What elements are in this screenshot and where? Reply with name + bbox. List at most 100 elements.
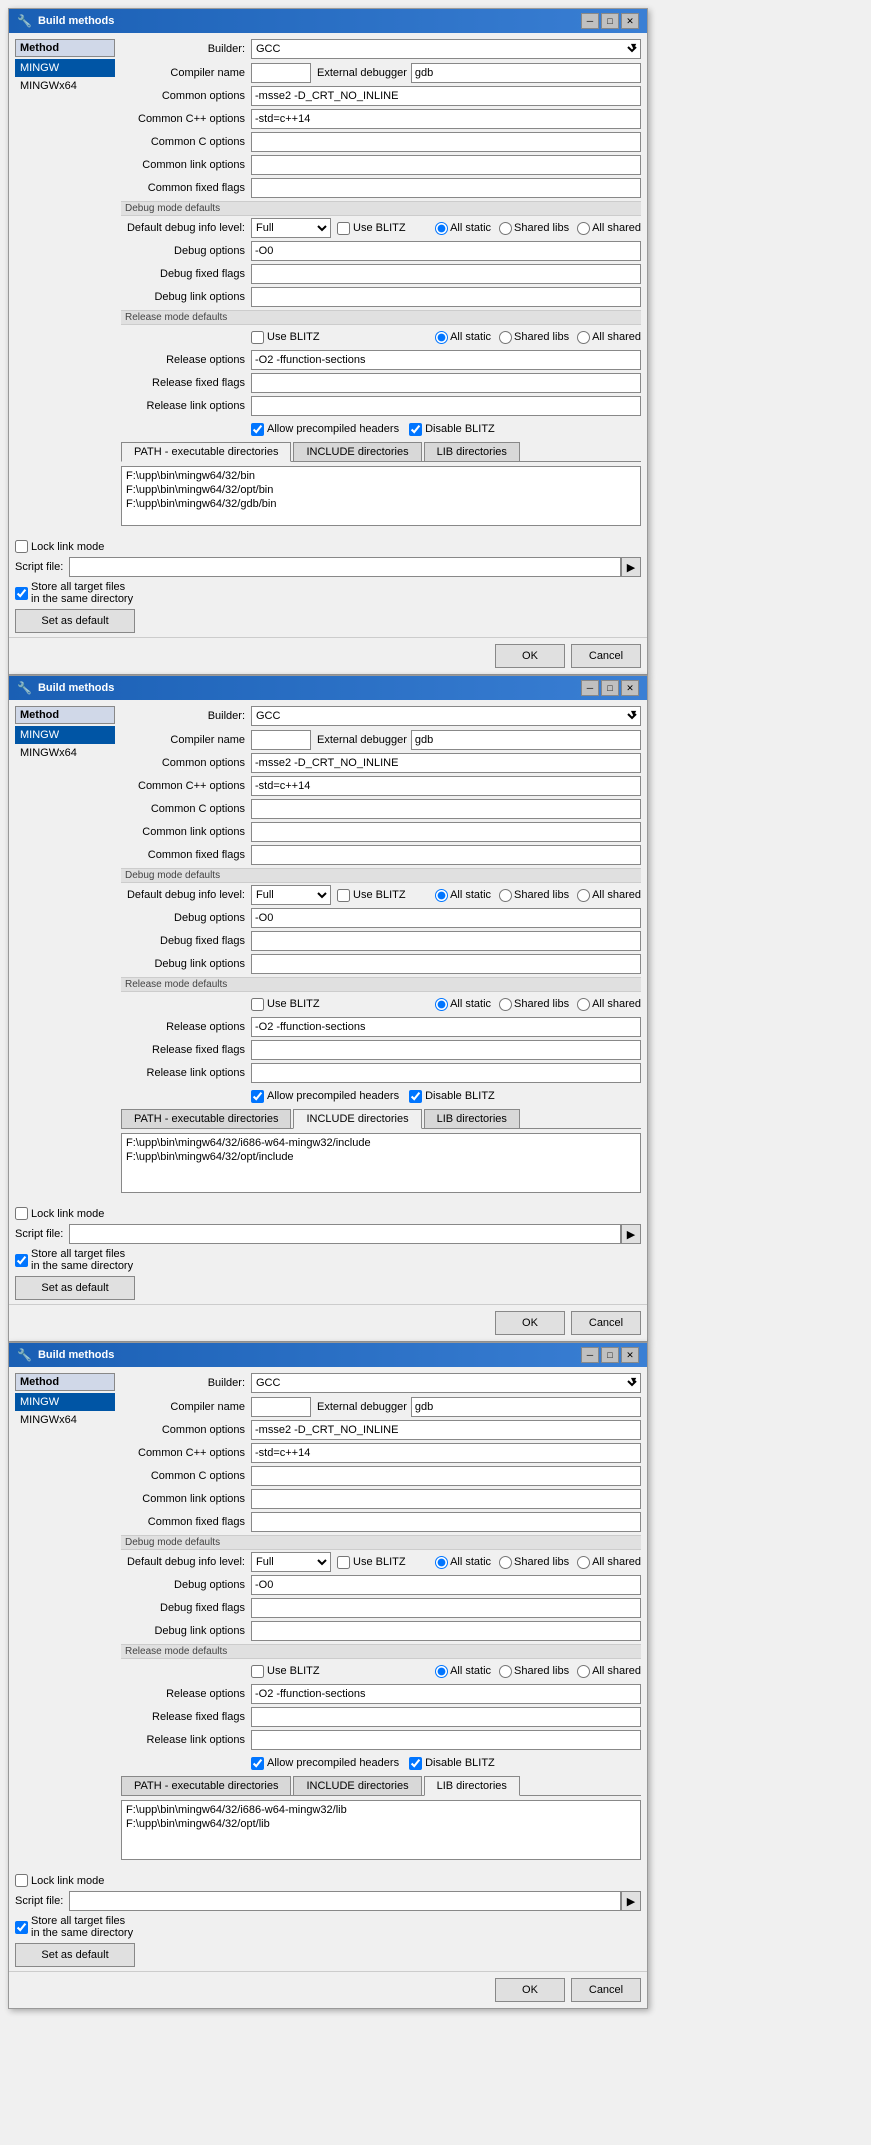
debug-shared-libs[interactable]: Shared libs xyxy=(499,222,569,235)
release-options-input[interactable] xyxy=(251,350,641,370)
release-shared-libs[interactable]: Shared libs xyxy=(499,331,569,344)
debug-all-static[interactable]: All static xyxy=(435,1556,491,1569)
release-all-static[interactable]: All static xyxy=(435,331,491,344)
allow-precompiled-checkbox[interactable]: Allow precompiled headers xyxy=(251,423,399,436)
debug-link-options-input[interactable] xyxy=(251,1621,641,1641)
common-c-options-input[interactable] xyxy=(251,132,641,152)
lock-link-mode-input[interactable] xyxy=(15,1874,28,1887)
store-target-checkbox[interactable]: Store all target filesin the same direct… xyxy=(15,1915,133,1939)
use-blitz-release-checkbox[interactable]: Use BLITZ xyxy=(251,331,320,344)
disable-blitz-checkbox[interactable]: Disable BLITZ xyxy=(409,1090,495,1103)
debug-options-input[interactable] xyxy=(251,908,641,928)
common-link-options-input[interactable] xyxy=(251,822,641,842)
release-options-input[interactable] xyxy=(251,1684,641,1704)
common-fixed-flags-input[interactable] xyxy=(251,845,641,865)
tab-lib-directories[interactable]: LIB directories xyxy=(424,1109,520,1128)
maximize-button[interactable]: □ xyxy=(601,1347,619,1363)
debug-fixed-flags-input[interactable] xyxy=(251,931,641,951)
release-link-options-input[interactable] xyxy=(251,1730,641,1750)
path-item[interactable]: F:\upp\bin\mingw64/32/opt/bin xyxy=(124,483,638,497)
path-item[interactable]: F:\upp\bin\mingw64/32/i686-w64-mingw32/l… xyxy=(124,1803,638,1817)
disable-blitz-input[interactable] xyxy=(409,423,422,436)
maximize-button[interactable]: □ xyxy=(601,13,619,29)
use-blitz-debug-checkbox[interactable]: Use BLITZ xyxy=(337,222,406,235)
path-item[interactable]: F:\upp\bin\mingw64/32/gdb/bin xyxy=(124,497,638,511)
tab-path---executable-directories[interactable]: PATH - executable directories xyxy=(121,1109,291,1128)
builder-select[interactable]: GCC xyxy=(251,706,641,726)
minimize-button[interactable]: ─ xyxy=(581,13,599,29)
method-item-mingwx64[interactable]: MINGWx64 xyxy=(15,1411,115,1429)
path-item[interactable]: F:\upp\bin\mingw64/32/opt/include xyxy=(124,1150,638,1164)
debug-options-input[interactable] xyxy=(251,1575,641,1595)
use-blitz-debug-input[interactable] xyxy=(337,889,350,902)
release-options-input[interactable] xyxy=(251,1017,641,1037)
builder-select[interactable]: GCC xyxy=(251,1373,641,1393)
script-browse-button[interactable]: ▶ xyxy=(621,1224,641,1244)
method-item-mingw[interactable]: MINGW xyxy=(15,59,115,77)
release-all-shared[interactable]: All shared xyxy=(577,331,641,344)
release-shared-libs[interactable]: Shared libs xyxy=(499,1665,569,1678)
external-debugger-input[interactable] xyxy=(411,730,641,750)
use-blitz-release-input[interactable] xyxy=(251,998,264,1011)
release-all-static[interactable]: All static xyxy=(435,998,491,1011)
external-debugger-input[interactable] xyxy=(411,1397,641,1417)
common-link-options-input[interactable] xyxy=(251,1489,641,1509)
tab-path---executable-directories[interactable]: PATH - executable directories xyxy=(121,1776,291,1795)
store-target-input[interactable] xyxy=(15,1254,28,1267)
script-file-input[interactable] xyxy=(69,1224,621,1244)
debug-all-shared[interactable]: All shared xyxy=(577,222,641,235)
common-options-input[interactable] xyxy=(251,1420,641,1440)
path-item[interactable]: F:\upp\bin\mingw64/32/i686-w64-mingw32/i… xyxy=(124,1136,638,1150)
tab-lib-directories[interactable]: LIB directories xyxy=(424,442,520,461)
release-link-options-input[interactable] xyxy=(251,1063,641,1083)
script-browse-button[interactable]: ▶ xyxy=(621,557,641,577)
release-all-shared[interactable]: All shared xyxy=(577,998,641,1011)
debug-fixed-flags-input[interactable] xyxy=(251,1598,641,1618)
common-c-options-input[interactable] xyxy=(251,799,641,819)
tab-include-directories[interactable]: INCLUDE directories xyxy=(293,1109,421,1129)
lock-link-mode-input[interactable] xyxy=(15,540,28,553)
debug-link-options-input[interactable] xyxy=(251,287,641,307)
compiler-name-input[interactable] xyxy=(251,1397,311,1417)
debug-link-options-input[interactable] xyxy=(251,954,641,974)
cancel-button[interactable]: Cancel xyxy=(571,1311,641,1335)
close-button[interactable]: ✕ xyxy=(621,1347,639,1363)
allow-precompiled-checkbox[interactable]: Allow precompiled headers xyxy=(251,1757,399,1770)
release-link-options-input[interactable] xyxy=(251,396,641,416)
use-blitz-debug-input[interactable] xyxy=(337,222,350,235)
cancel-button[interactable]: Cancel xyxy=(571,644,641,668)
tab-include-directories[interactable]: INCLUDE directories xyxy=(293,1776,421,1795)
common-options-input[interactable] xyxy=(251,753,641,773)
debug-fixed-flags-input[interactable] xyxy=(251,264,641,284)
debug-info-select[interactable]: Full xyxy=(251,1552,331,1572)
use-blitz-debug-checkbox[interactable]: Use BLITZ xyxy=(337,889,406,902)
method-item-mingw[interactable]: MINGW xyxy=(15,726,115,744)
common-cpp-options-input[interactable] xyxy=(251,1443,641,1463)
disable-blitz-input[interactable] xyxy=(409,1090,422,1103)
common-c-options-input[interactable] xyxy=(251,1466,641,1486)
minimize-button[interactable]: ─ xyxy=(581,680,599,696)
use-blitz-debug-checkbox[interactable]: Use BLITZ xyxy=(337,1556,406,1569)
common-cpp-options-input[interactable] xyxy=(251,776,641,796)
method-item-mingwx64[interactable]: MINGWx64 xyxy=(15,77,115,95)
disable-blitz-input[interactable] xyxy=(409,1757,422,1770)
set-default-button[interactable]: Set as default xyxy=(15,1943,135,1967)
set-default-button[interactable]: Set as default xyxy=(15,609,135,633)
store-target-input[interactable] xyxy=(15,587,28,600)
path-item[interactable]: F:\upp\bin\mingw64/32/bin xyxy=(124,469,638,483)
script-browse-button[interactable]: ▶ xyxy=(621,1891,641,1911)
debug-all-static[interactable]: All static xyxy=(435,222,491,235)
debug-shared-libs[interactable]: Shared libs xyxy=(499,889,569,902)
release-fixed-flags-input[interactable] xyxy=(251,1707,641,1727)
script-file-input[interactable] xyxy=(69,1891,621,1911)
lock-link-mode-checkbox[interactable]: Lock link mode xyxy=(15,1874,104,1887)
use-blitz-debug-input[interactable] xyxy=(337,1556,350,1569)
builder-select[interactable]: GCC xyxy=(251,39,641,59)
allow-precompiled-input[interactable] xyxy=(251,1757,264,1770)
store-target-checkbox[interactable]: Store all target filesin the same direct… xyxy=(15,1248,133,1272)
debug-info-select[interactable]: Full xyxy=(251,218,331,238)
external-debugger-input[interactable] xyxy=(411,63,641,83)
minimize-button[interactable]: ─ xyxy=(581,1347,599,1363)
lock-link-mode-checkbox[interactable]: Lock link mode xyxy=(15,540,104,553)
ok-button[interactable]: OK xyxy=(495,1311,565,1335)
